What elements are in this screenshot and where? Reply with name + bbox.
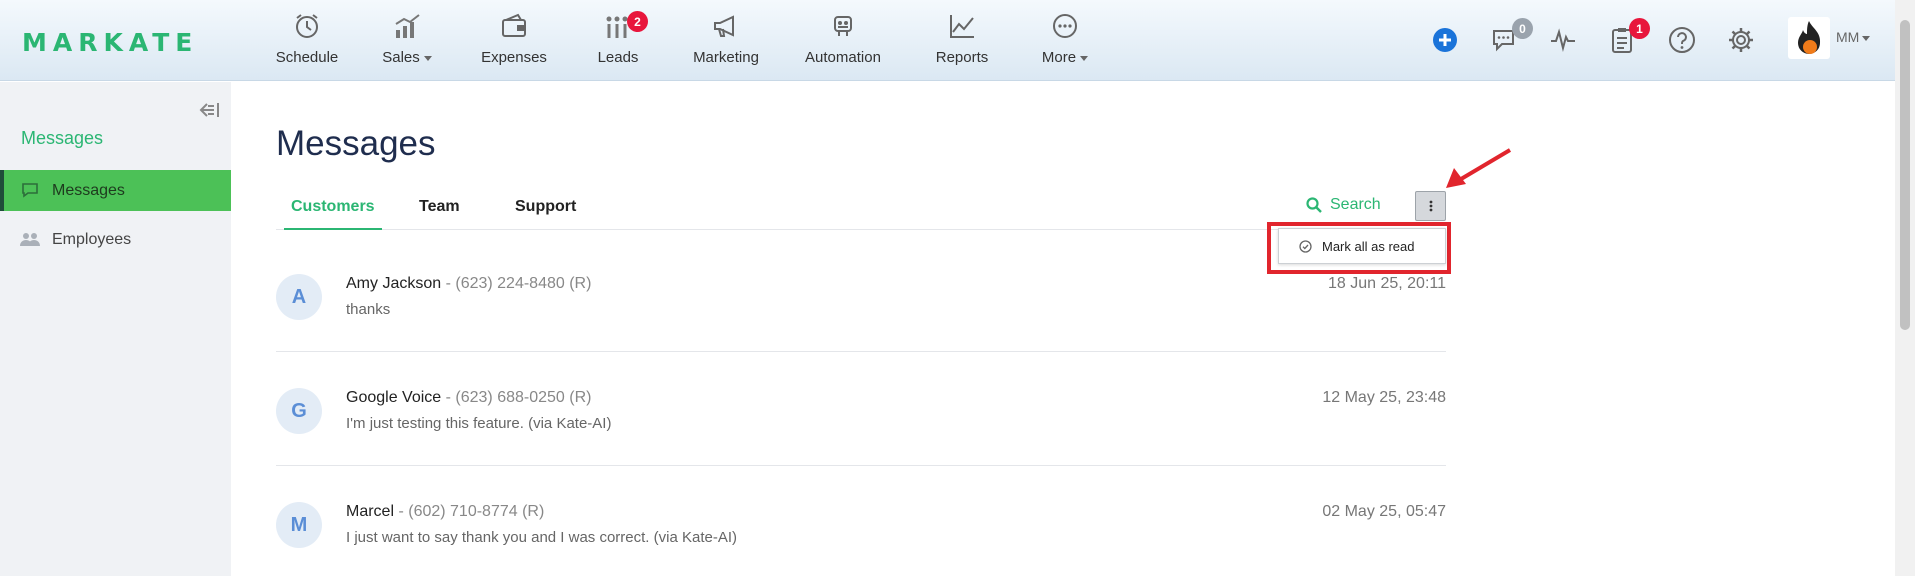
contact-name: Marcel: [346, 503, 395, 520]
collapse-left-icon: [199, 103, 219, 117]
message-date: 02 May 25, 05:47: [1322, 503, 1446, 520]
message-date: 18 Jun 25, 20:11: [1327, 275, 1446, 292]
annotation-arrow-icon: [1446, 148, 1512, 188]
tab-customers[interactable]: Customers: [284, 198, 382, 230]
search-icon: [1306, 197, 1322, 213]
chevron-down-icon: [423, 56, 432, 61]
settings-button[interactable]: [1725, 24, 1757, 56]
contact-avatar: G: [276, 388, 322, 434]
avatar[interactable]: [1788, 17, 1830, 59]
nav-item-automation[interactable]: Automation: [782, 0, 904, 81]
gear-icon: [1729, 28, 1753, 52]
vertical-dots-icon: [1429, 200, 1432, 212]
plus-circle-icon: [1433, 28, 1457, 52]
more-dots-icon: [1053, 14, 1077, 38]
nav-label: Leads: [597, 49, 639, 66]
list-item[interactable]: G Google Voice - (623) 688-0250 (R) I'm …: [276, 352, 1446, 466]
tasks-button[interactable]: 1: [1606, 18, 1650, 56]
message-list: A Amy Jackson - (623) 224-8480 (R) thank…: [276, 238, 1446, 576]
users-icon: [20, 233, 40, 246]
pulse-icon: [1551, 28, 1575, 52]
user-initials: MM: [1836, 29, 1860, 45]
message-preview: I just want to say thank you and I was c…: [346, 529, 738, 546]
help-button[interactable]: [1666, 24, 1698, 56]
message-preview: thanks: [346, 301, 391, 318]
list-item[interactable]: M Marcel - (602) 710-8774 (R) I just wan…: [276, 466, 1446, 576]
wallet-icon: [502, 13, 526, 37]
sidebar-item-messages[interactable]: Messages: [0, 170, 231, 211]
top-navigation-bar: MARKATE Schedule Sales Expenses 2 Leads …: [0, 0, 1895, 81]
activity-button[interactable]: [1547, 24, 1579, 56]
alarm-clock-icon: [296, 14, 318, 38]
nav-label: Marketing: [693, 49, 759, 66]
more-options-button[interactable]: [1415, 191, 1446, 221]
tab-team[interactable]: Team: [419, 198, 460, 230]
contact-avatar: A: [276, 274, 322, 320]
add-button[interactable]: [1429, 24, 1461, 56]
nav-label: Automation: [805, 49, 881, 66]
nav-label: Sales: [382, 49, 420, 66]
chevron-down-icon: [1862, 35, 1871, 41]
nav-item-more[interactable]: More: [1020, 0, 1110, 81]
tab-support[interactable]: Support: [515, 198, 576, 230]
nav-item-expenses[interactable]: Expenses: [462, 0, 566, 81]
leads-badge: 2: [627, 11, 648, 32]
contact-name: Google Voice: [346, 389, 442, 406]
megaphone-icon: [714, 15, 734, 37]
chat-button[interactable]: 0: [1489, 18, 1533, 56]
nav-label: Schedule: [275, 49, 339, 66]
page-title: Messages: [276, 124, 436, 163]
main-nav: Schedule Sales Expenses 2 Leads Marketin…: [262, 0, 1110, 81]
nav-item-leads[interactable]: 2 Leads: [566, 0, 670, 81]
sidebar-title: Messages: [21, 128, 104, 148]
nav-label: More: [1041, 49, 1077, 66]
chat-badge: 0: [1512, 18, 1533, 39]
chevron-down-icon: [1080, 56, 1089, 61]
sidebar-item-label: Messages: [52, 181, 125, 199]
chat-bubble-icon: [22, 183, 38, 198]
search-button[interactable]: Search: [1306, 196, 1381, 214]
contact-avatar: M: [276, 502, 322, 548]
contact-phone: - (623) 224-8480 (R): [441, 275, 592, 292]
contact-phone: - (623) 688-0250 (R): [441, 389, 592, 406]
sidebar-item-employees[interactable]: Employees: [0, 219, 231, 260]
nav-item-sales[interactable]: Sales: [352, 0, 462, 81]
nav-label: Reports: [935, 49, 989, 66]
sidebar-item-label: Employees: [52, 230, 132, 248]
brand-logo[interactable]: MARKATE: [22, 28, 198, 57]
sales-chart-icon: [395, 14, 420, 38]
flame-logo-icon: [1798, 21, 1821, 54]
line-chart-icon: [950, 15, 974, 38]
page-scrollbar[interactable]: [1895, 0, 1915, 576]
sidebar-collapse-button[interactable]: [198, 100, 222, 125]
help-circle-icon: [1669, 27, 1695, 53]
robot-icon: [834, 16, 852, 36]
contact-phone: - (602) 710-8774 (R): [394, 503, 545, 520]
scrollbar-thumb[interactable]: [1900, 20, 1910, 330]
nav-label: Expenses: [481, 49, 547, 66]
nav-item-reports[interactable]: Reports: [904, 0, 1020, 81]
user-menu[interactable]: MM: [1836, 29, 1871, 45]
search-label: Search: [1330, 196, 1381, 213]
message-preview: I'm just testing this feature. (via Kate…: [346, 415, 612, 432]
nav-item-marketing[interactable]: Marketing: [670, 0, 782, 81]
message-date: 12 May 25, 23:48: [1322, 389, 1446, 406]
contact-name: Amy Jackson: [346, 275, 442, 292]
list-item[interactable]: A Amy Jackson - (623) 224-8480 (R) thank…: [276, 238, 1446, 352]
sidebar: Messages Messages Employees: [0, 82, 231, 576]
nav-item-schedule[interactable]: Schedule: [262, 0, 352, 81]
tasks-badge: 1: [1629, 18, 1650, 39]
